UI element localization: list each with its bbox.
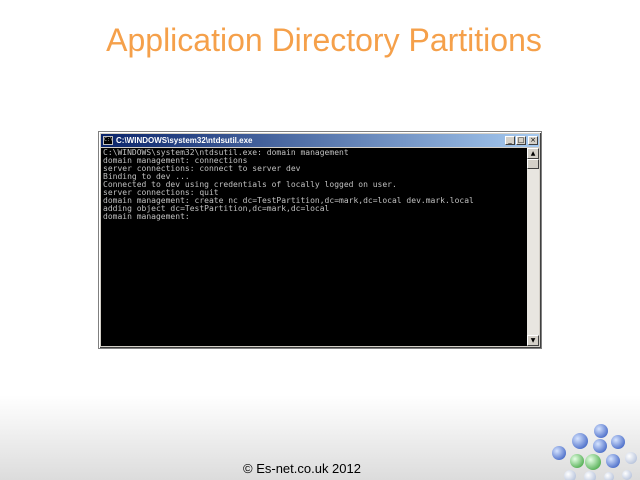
console-window[interactable]: C:\ C:\WINDOWS\system32\ntdsutil.exe _ □… — [98, 131, 542, 349]
decorative-dots-logo-icon — [552, 424, 637, 480]
arrow-down-icon: ▼ — [530, 337, 536, 344]
scroll-down-button[interactable]: ▼ — [527, 335, 539, 346]
minimize-button[interactable]: _ — [505, 136, 515, 145]
console-output[interactable]: C:\WINDOWS\system32\ntdsutil.exe: domain… — [101, 148, 527, 346]
scroll-up-button[interactable]: ▲ — [527, 148, 539, 159]
close-button[interactable]: × — [528, 136, 538, 145]
window-title: C:\WINDOWS\system32\ntdsutil.exe — [116, 136, 253, 145]
maximize-button[interactable]: □ — [516, 136, 526, 145]
copyright-footer: © Es-net.co.uk 2012 — [243, 461, 361, 476]
maximize-icon: □ — [517, 136, 525, 144]
minimize-icon: _ — [508, 136, 512, 144]
window-titlebar[interactable]: C:\ C:\WINDOWS\system32\ntdsutil.exe _ □… — [101, 134, 539, 147]
console-prompt-line: domain management: — [103, 212, 190, 221]
close-icon: × — [530, 136, 536, 144]
console-app-icon: C:\ — [103, 136, 114, 145]
vertical-scrollbar[interactable]: ▲ ▼ — [527, 148, 539, 346]
arrow-up-icon: ▲ — [530, 150, 536, 157]
scroll-thumb[interactable] — [527, 159, 539, 169]
slide-title: Application Directory Partitions — [106, 22, 542, 58]
